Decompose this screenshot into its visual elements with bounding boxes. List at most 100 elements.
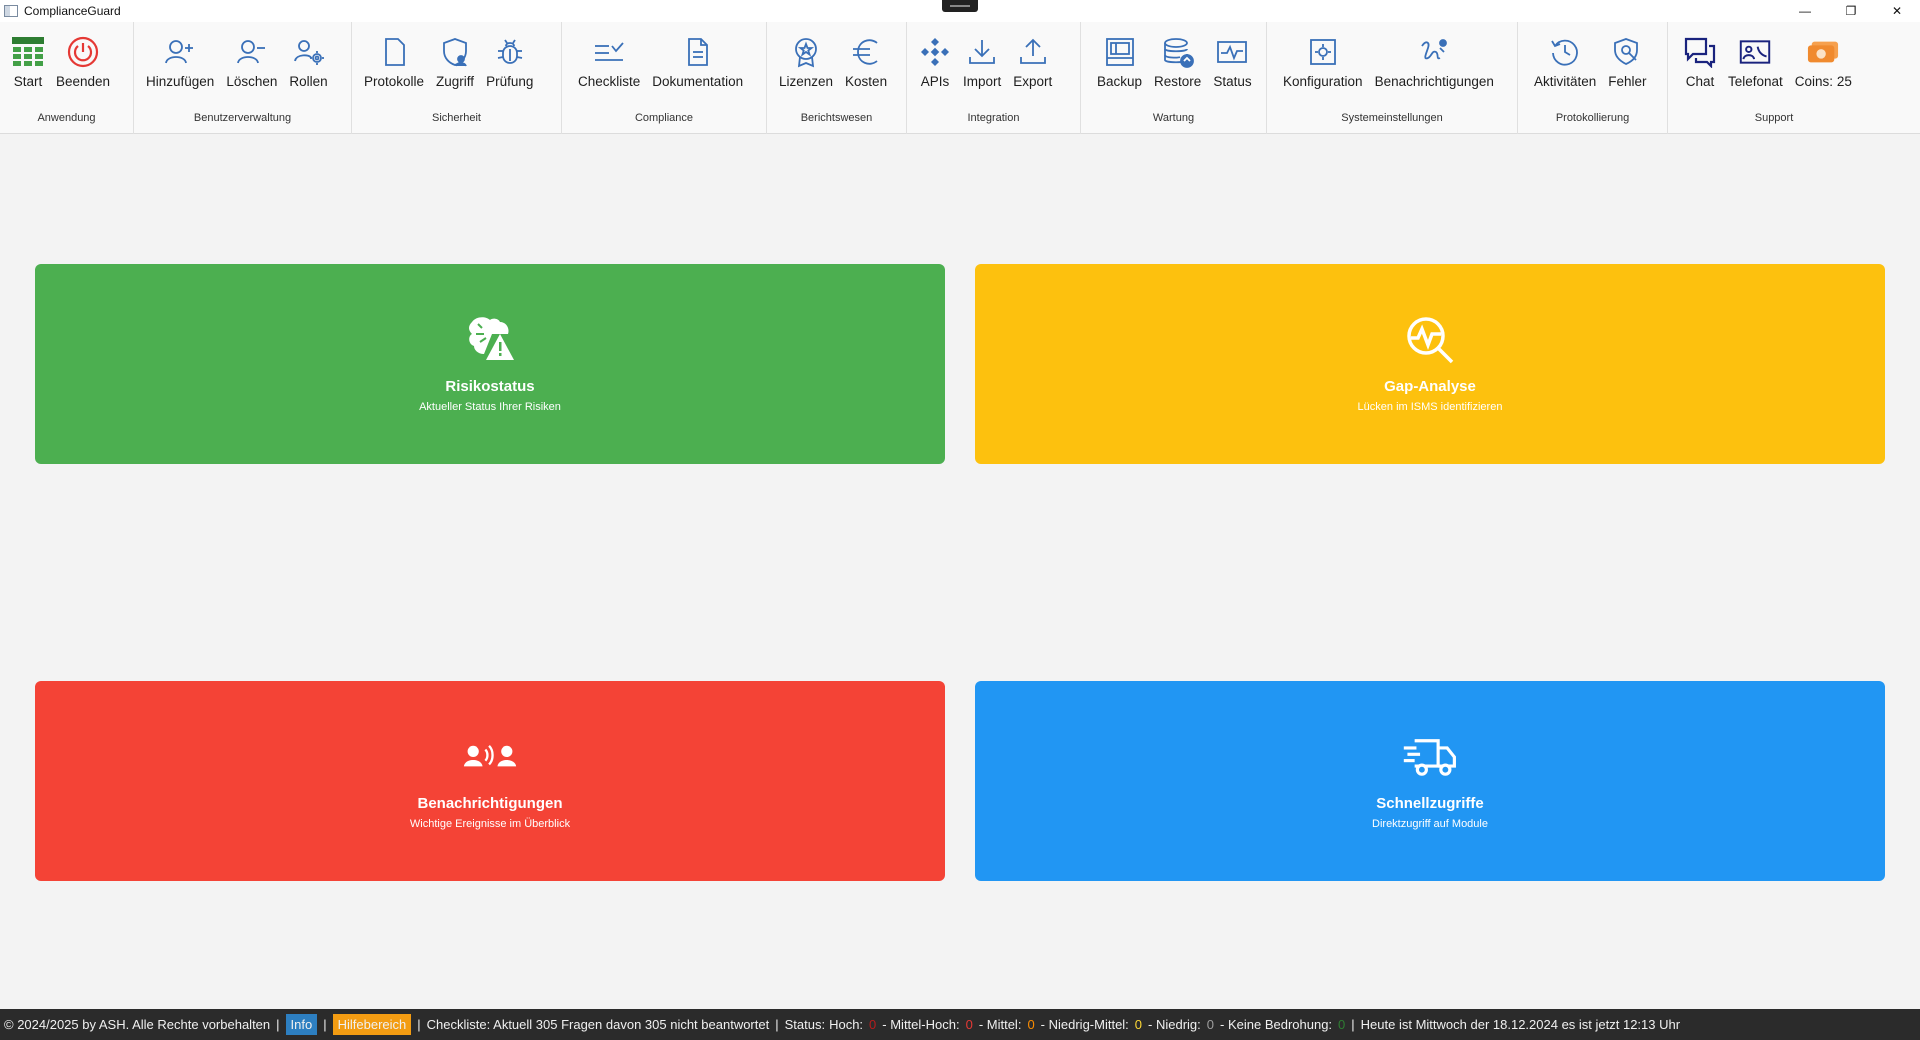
backup-icon [1104,36,1136,68]
group-label-compliance: Compliance [634,112,694,124]
kosten-button[interactable]: Kosten [839,22,893,89]
group-berichtswesen: Lizenzen Kosten Berichtswesen [767,22,907,134]
group-label-benutzerverwaltung: Benutzerverwaltung [193,112,292,124]
award-icon [790,36,822,68]
history-icon [1549,36,1581,68]
telefonat-button[interactable]: Telefonat [1722,22,1789,89]
rollen-label: Rollen [289,74,328,89]
pulse-search-icon [1402,312,1458,368]
notification-scribble-icon [1418,36,1450,68]
apis-button[interactable]: APIs [913,22,957,89]
separator: | [1351,1017,1355,1032]
rollen-button[interactable]: Rollen [283,22,333,89]
benachrichtigungen-button[interactable]: Benachrichtigungen [1369,22,1500,89]
bug-icon [494,36,526,68]
group-protokollierung: Aktivitäten Fehler Protokollierung [1518,22,1668,134]
euro-icon [850,36,882,68]
card-risikostatus[interactable]: Risikostatus Aktueller Status Ihrer Risi… [35,264,945,464]
document-icon [378,36,410,68]
separator: | [276,1017,280,1032]
card-subtitle: Aktueller Status Ihrer Risiken [419,401,561,413]
risk-midhigh-count: 0 [965,1017,973,1032]
separator: | [775,1017,779,1032]
pruefung-button[interactable]: Prüfung [480,22,539,89]
risk-low-count: 0 [1206,1017,1215,1032]
group-systemeinstellungen: Konfiguration Benachrichtigungen Systeme… [1267,22,1518,134]
database-restore-icon [1162,36,1194,68]
group-label-wartung: Wartung [1152,112,1195,124]
lizenzen-button[interactable]: Lizenzen [773,22,839,89]
hinzufuegen-button[interactable]: Hinzufügen [140,22,220,89]
risk-lowmid-count: 0 [1134,1017,1143,1032]
restore-button[interactable]: ❐ [1828,0,1874,22]
loeschen-label: Löschen [226,74,278,89]
coins-button[interactable]: Coins: 25 [1789,22,1858,89]
kosten-label: Kosten [845,74,888,89]
konfiguration-button[interactable]: Konfiguration [1277,22,1369,89]
upload-icon [1017,36,1049,68]
grid-icon [12,36,44,68]
risk-mid-count: 0 [1027,1017,1035,1032]
card-title: Benachrichtigungen [417,795,563,812]
info-link[interactable]: Info [285,1014,318,1035]
snap-handle[interactable] [942,0,978,12]
separator: | [417,1017,421,1032]
dokumentation-button[interactable]: Dokumentation [646,22,749,89]
risk-none-count: 0 [1338,1017,1346,1032]
fast-truck-icon [1402,729,1458,785]
zugriff-button[interactable]: Zugriff [430,22,480,89]
separator: | [323,1017,327,1032]
status-label: Status: [784,1017,826,1032]
card-subtitle: Wichtige Ereignisse im Überblick [409,818,571,830]
card-gap-analyse[interactable]: Gap-Analyse Lücken im ISMS identifiziere… [975,264,1885,464]
help-link[interactable]: Hilfebereich [332,1014,412,1035]
card-subtitle: Lücken im ISMS identifizieren [1357,401,1503,413]
loeschen-button[interactable]: Löschen [220,22,283,89]
window-title: ComplianceGuard [24,4,121,18]
chat-label: Chat [1685,74,1715,89]
import-button[interactable]: Import [957,22,1007,89]
telefonat-label: Telefonat [1728,74,1783,89]
start-label: Start [13,74,43,89]
card-schnellzugriffe[interactable]: Schnellzugriffe Direktzugriff auf Module [975,681,1885,881]
dokumentation-label: Dokumentation [652,74,744,89]
lizenzen-label: Lizenzen [779,74,834,89]
restore-button[interactable]: Restore [1148,22,1207,89]
aktivitaeten-button[interactable]: Aktivitäten [1528,22,1602,89]
protokolle-button[interactable]: Protokolle [358,22,430,89]
shield-search-icon [1611,36,1643,68]
group-wartung: Backup Restore Status Wartung [1081,22,1267,134]
close-button[interactable]: ✕ [1874,0,1920,22]
card-benachrichtigungen[interactable]: Benachrichtigungen Wichtige Ereignisse i… [35,681,945,881]
backup-button[interactable]: Backup [1091,22,1148,89]
group-anwendung: Start Beenden Anwendung [0,22,134,134]
export-button[interactable]: Export [1007,22,1058,89]
card-subtitle: Direktzugriff auf Module [1372,818,1488,830]
group-label-systemeinstellungen: Systemeinstellungen [1341,112,1443,124]
status-button[interactable]: Status [1207,22,1257,89]
chat-button[interactable]: Chat [1678,22,1722,89]
risk-high-label: Hoch: [829,1017,864,1032]
minimize-button[interactable]: — [1782,0,1828,22]
fehler-button[interactable]: Fehler [1602,22,1652,89]
datetime-text: Heute ist Mittwoch der 18.12.2024 es ist… [1360,1017,1681,1032]
app-icon [4,5,18,17]
import-label: Import [963,74,1002,89]
card-title: Risikostatus [445,378,535,395]
beenden-label: Beenden [56,74,111,89]
window-controls: — ❐ ✕ [1782,0,1920,22]
start-button[interactable]: Start [6,22,50,89]
status-monitor-icon [1216,36,1248,68]
zugriff-label: Zugriff [436,74,475,89]
beenden-button[interactable]: Beenden [50,22,116,89]
group-sicherheit: Protokolle Zugriff Prüfung Sicherheit [352,22,562,134]
group-integration: APIs Import Export Integration [907,22,1081,134]
checkliste-button[interactable]: Checkliste [572,22,646,89]
status-label: Status [1213,74,1252,89]
fehler-label: Fehler [1608,74,1647,89]
api-icon [919,36,951,68]
apis-label: APIs [920,74,950,89]
title-bar: ComplianceGuard — ❐ ✕ [0,0,1920,22]
group-compliance: Checkliste Dokumentation Compliance [562,22,767,134]
status-bar: © 2024/2025 by ASH. Alle Rechte vorbehal… [0,1009,1920,1040]
